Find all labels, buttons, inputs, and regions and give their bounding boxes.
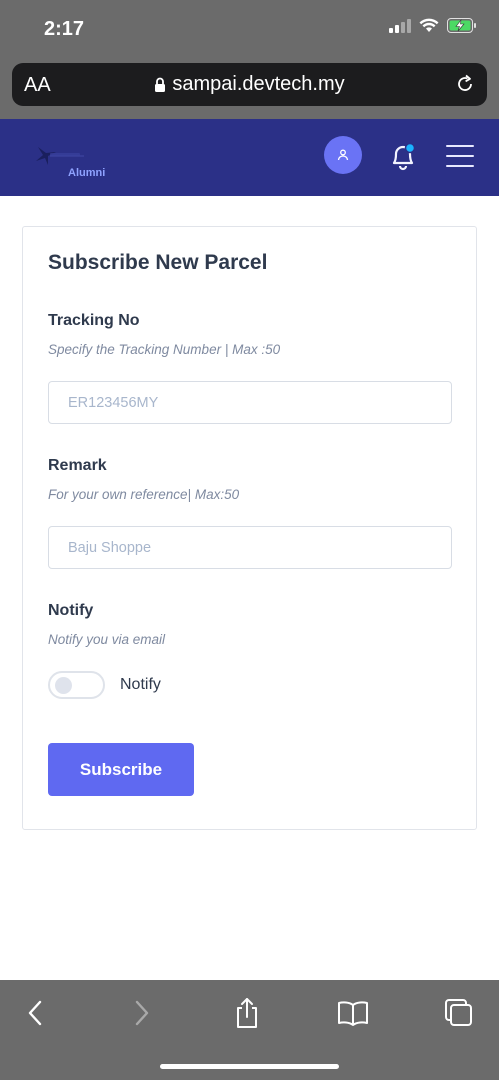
lock-icon — [155, 77, 166, 92]
bell-icon — [392, 142, 416, 171]
remark-input[interactable] — [48, 526, 452, 569]
notification-badge — [404, 142, 416, 154]
browser-toolbar — [0, 980, 499, 1080]
remark-hint: For your own reference| Max:50 — [48, 487, 240, 502]
tabs-icon — [445, 999, 472, 1026]
reload-icon[interactable] — [455, 74, 475, 94]
back-icon — [28, 1000, 42, 1026]
home-indicator — [160, 1064, 339, 1069]
wifi-icon — [419, 18, 439, 32]
subscribe-button[interactable]: Subscribe — [48, 743, 194, 796]
forward-icon — [135, 1000, 149, 1026]
notify-toggle[interactable] — [48, 671, 105, 699]
browser-bar: AA sampai.devtech.my — [0, 58, 499, 119]
menu-button[interactable] — [446, 145, 474, 167]
cellular-signal-icon — [389, 18, 411, 33]
subscribe-card: Subscribe New Parcel Tracking No Specify… — [22, 226, 477, 830]
user-icon — [337, 149, 349, 161]
toggle-knob — [55, 677, 72, 694]
forward-button[interactable] — [125, 996, 159, 1030]
notifications-button[interactable] — [388, 141, 418, 173]
share-button[interactable] — [230, 996, 264, 1030]
url-text: sampai.devtech.my — [172, 73, 345, 95]
card-title: Subscribe New Parcel — [48, 251, 268, 274]
profile-button[interactable] — [324, 136, 362, 174]
battery-charging-icon — [447, 18, 476, 33]
hamburger-line — [446, 165, 474, 167]
notify-toggle-label[interactable]: Notify — [120, 676, 161, 694]
notify-hint: Notify you via email — [48, 632, 166, 647]
bookmarks-icon — [338, 1001, 368, 1026]
hamburger-line — [446, 145, 474, 147]
status-bar: 2:17 — [0, 0, 499, 58]
tracking-hint: Specify the Tracking Number | Max :50 — [48, 342, 281, 357]
logo-subtitle: Alumni — [68, 167, 106, 179]
bookmarks-button[interactable] — [336, 996, 370, 1030]
share-icon — [237, 998, 257, 1028]
url-display[interactable]: sampai.devtech.my — [12, 73, 487, 96]
tracking-label: Tracking No — [48, 312, 140, 329]
status-icons — [389, 18, 477, 33]
hamburger-line — [446, 155, 474, 157]
tracking-input[interactable] — [48, 381, 452, 424]
status-time: 2:17 — [44, 18, 85, 40]
remark-label: Remark — [48, 457, 107, 474]
app-header: Alumni — [0, 119, 499, 196]
notify-label: Notify — [48, 602, 94, 619]
back-button[interactable] — [18, 996, 52, 1030]
tabs-button[interactable] — [442, 996, 476, 1030]
address-bar[interactable]: AA sampai.devtech.my — [12, 63, 487, 106]
